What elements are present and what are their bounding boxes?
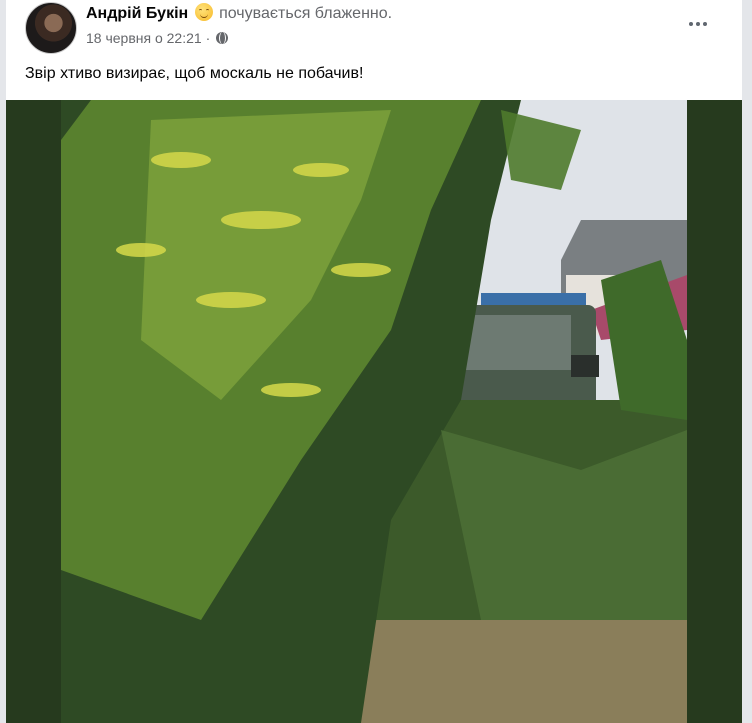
- author-line: Андрій Букін почувається блаженно.: [86, 3, 392, 24]
- car-mirror: [571, 355, 599, 377]
- feeling-text: почувається блаженно.: [219, 5, 393, 22]
- photo-frame: [6, 100, 742, 723]
- post-text: Звір хтиво визирає, щоб москаль не побач…: [25, 65, 364, 82]
- photo-scene: [61, 100, 687, 723]
- author-name[interactable]: Андрій Букін: [86, 5, 188, 22]
- post-photo[interactable]: [61, 100, 687, 723]
- more-options-dot: [696, 22, 700, 26]
- meta-separator: ·: [205, 30, 211, 46]
- smiling-face-icon: [194, 3, 213, 21]
- post-timestamp[interactable]: 18 червня о 22:21: [86, 30, 202, 46]
- post-header: Андрій Букін почувається блаженно. 18 че…: [6, 0, 742, 100]
- author-avatar[interactable]: [25, 2, 77, 54]
- globe-icon[interactable]: [216, 32, 229, 44]
- post-card: Андрій Букін почувається блаженно. 18 че…: [6, 0, 742, 723]
- more-options-icon: [689, 22, 693, 26]
- more-options-dot: [703, 22, 707, 26]
- post-meta: 18 червня о 22:21 ·: [86, 29, 229, 47]
- more-options-button[interactable]: [682, 8, 714, 40]
